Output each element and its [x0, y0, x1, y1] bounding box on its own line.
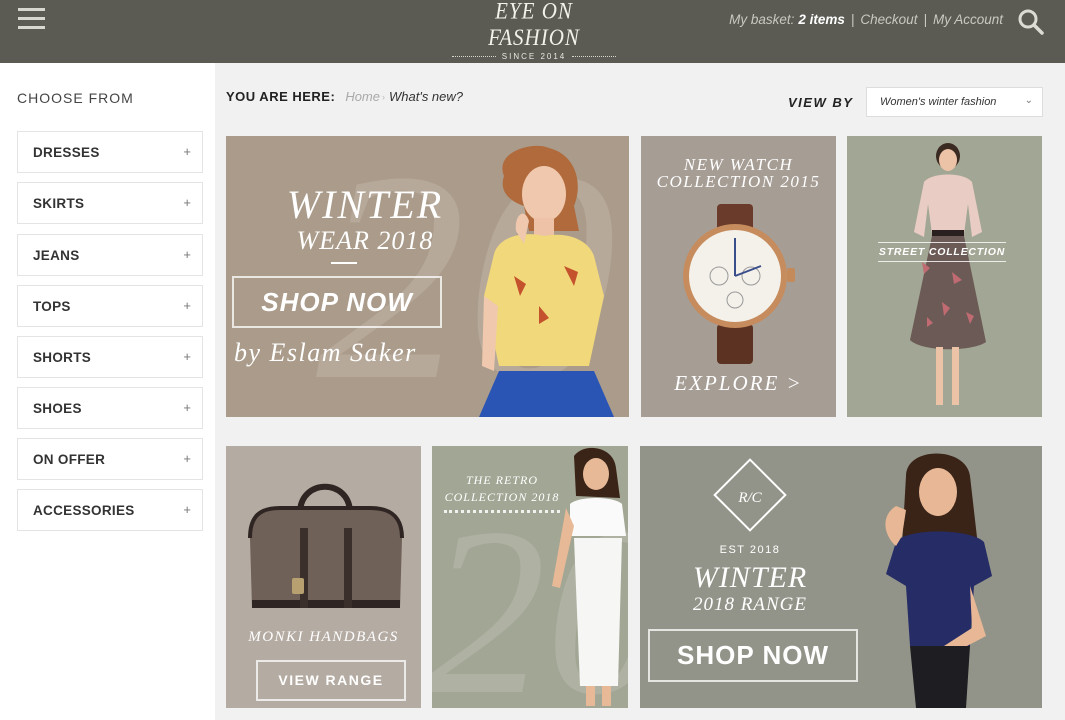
handbag-image [248, 483, 404, 608]
plus-icon: + [183, 298, 191, 313]
sidebar-item-shorts[interactable]: SHORTS + [17, 336, 203, 378]
site-logo[interactable]: EYE ON FASHION SINCE 2014 [448, 0, 620, 61]
sidebar-item-label: JEANS [33, 248, 80, 263]
sidebar-item-skirts[interactable]: SKIRTS + [17, 182, 203, 224]
promo-street-collection[interactable]: STREET COLLECTION [847, 136, 1042, 417]
est-label: EST 2018 [719, 544, 781, 556]
view-by-select[interactable]: Women's winter fashion ⌄ [866, 87, 1043, 117]
sidebar-item-tops[interactable]: TOPS + [17, 285, 203, 327]
divider [331, 262, 357, 264]
plus-icon: + [183, 195, 191, 210]
product-name: MONKI HANDBAGS [248, 629, 399, 645]
breadcrumb-current: What's new? [389, 89, 464, 104]
promo-title-line1: WINTER [692, 561, 808, 594]
menu-icon[interactable] [18, 8, 45, 30]
logo-name: EYE ON FASHION [488, 0, 580, 51]
sidebar-item-jeans[interactable]: JEANS + [17, 234, 203, 276]
chevron-down-icon: ⌄ [1024, 95, 1033, 106]
promo-title-line2: 2018 RANGE [693, 594, 807, 615]
sidebar-item-label: TOPS [33, 299, 71, 314]
model-photo [885, 453, 992, 708]
sidebar-item-label: DRESSES [33, 145, 100, 160]
plus-icon: + [183, 400, 191, 415]
promo-title: WINTER WEAR 2018 [260, 184, 470, 256]
sidebar-item-label: SKIRTS [33, 196, 85, 211]
basket-link[interactable]: My basket: 2 items [729, 12, 845, 27]
divider [444, 510, 560, 513]
divider [572, 56, 617, 57]
promo-monki-handbags[interactable]: MONKI HANDBAGS VIEW RANGE [226, 446, 421, 708]
plus-icon: + [183, 451, 191, 466]
sidebar-title: CHOOSE FROM [17, 90, 134, 106]
header-nav: My basket: 2 items | Checkout | My Accoun… [729, 12, 1003, 27]
explore-link[interactable]: EXPLORE > [641, 371, 836, 396]
view-by-selected: Women's winter fashion [880, 96, 997, 108]
logo-since: SINCE 2014 [448, 52, 620, 61]
shop-now-button[interactable]: SHOP NOW [232, 276, 442, 328]
breadcrumb-label: YOU ARE HERE: [226, 89, 336, 104]
promo-watch-collection[interactable]: NEW WATCH COLLECTION 2015 EXPLORE > [641, 136, 836, 417]
promo-byline: by Eslam Saker [234, 338, 417, 367]
promo-winter-range[interactable]: R/C EST 2018 WINTER 2018 RANGE SHOP NOW [640, 446, 1042, 708]
search-icon[interactable] [1017, 8, 1045, 36]
plus-icon: + [183, 144, 191, 159]
my-account-link[interactable]: My Account [933, 12, 1003, 27]
sidebar-item-label: SHORTS [33, 350, 92, 365]
promo-title-line2: WEAR 2018 [296, 226, 434, 255]
watch-image [683, 204, 795, 364]
promo-title: NEW WATCH COLLECTION 2015 [641, 156, 836, 190]
promo-title-line1: NEW WATCH [683, 155, 794, 174]
model-photo [479, 145, 614, 417]
promo-title: WINTER 2018 RANGE [670, 562, 830, 616]
promo-title-line1: WINTER [286, 182, 444, 227]
street-collection-label: STREET COLLECTION [878, 242, 1006, 262]
basket-count: 2 items [798, 12, 845, 27]
basket-label: My basket: [729, 12, 795, 27]
logo-since-text: SINCE 2014 [501, 52, 567, 61]
promo-title-line2: COLLECTION 2015 [656, 172, 821, 191]
plus-icon: + [183, 349, 191, 364]
top-header: EYE ON FASHION SINCE 2014 My basket: 2 it… [0, 0, 1065, 63]
sidebar-item-label: SHOES [33, 401, 82, 416]
sidebar-item-label: ACCESSORIES [33, 503, 135, 518]
sidebar-item-dresses[interactable]: DRESSES + [17, 131, 203, 173]
plus-icon: + [183, 247, 191, 262]
sidebar-item-accessories[interactable]: ACCESSORIES + [17, 489, 203, 531]
divider [451, 56, 496, 57]
category-sidebar: CHOOSE FROM DRESSES + SKIRTS + JEANS + T… [0, 63, 215, 720]
sidebar-item-shoes[interactable]: SHOES + [17, 387, 203, 429]
svg-text:R/C: R/C [737, 490, 762, 506]
breadcrumb: YOU ARE HERE: Home › What's new? [226, 89, 463, 104]
model-photo [910, 143, 986, 405]
breadcrumb-arrow-icon: › [382, 91, 385, 102]
sidebar-item-on-offer[interactable]: ON OFFER + [17, 438, 203, 480]
view-by-label: VIEW BY [788, 95, 854, 110]
nav-separator: | [850, 12, 855, 27]
badge-logo-icon: R/C [713, 458, 787, 532]
checkout-link[interactable]: Checkout [860, 12, 917, 27]
sidebar-item-label: ON OFFER [33, 452, 106, 467]
shop-now-button[interactable]: SHOP NOW [648, 629, 858, 682]
plus-icon: + [183, 502, 191, 517]
breadcrumb-home-link[interactable]: Home [345, 89, 380, 104]
promo-retro-collection[interactable]: 20 THE RETRO COLLECTION 2018 [432, 446, 628, 708]
model-photo [552, 447, 626, 706]
view-range-button[interactable]: VIEW RANGE [256, 660, 406, 701]
promo-winter-wear[interactable]: 20 WINTER WEAR 2018 SHOP NOW by Eslam Sa… [226, 136, 629, 417]
nav-separator: | [923, 12, 927, 27]
